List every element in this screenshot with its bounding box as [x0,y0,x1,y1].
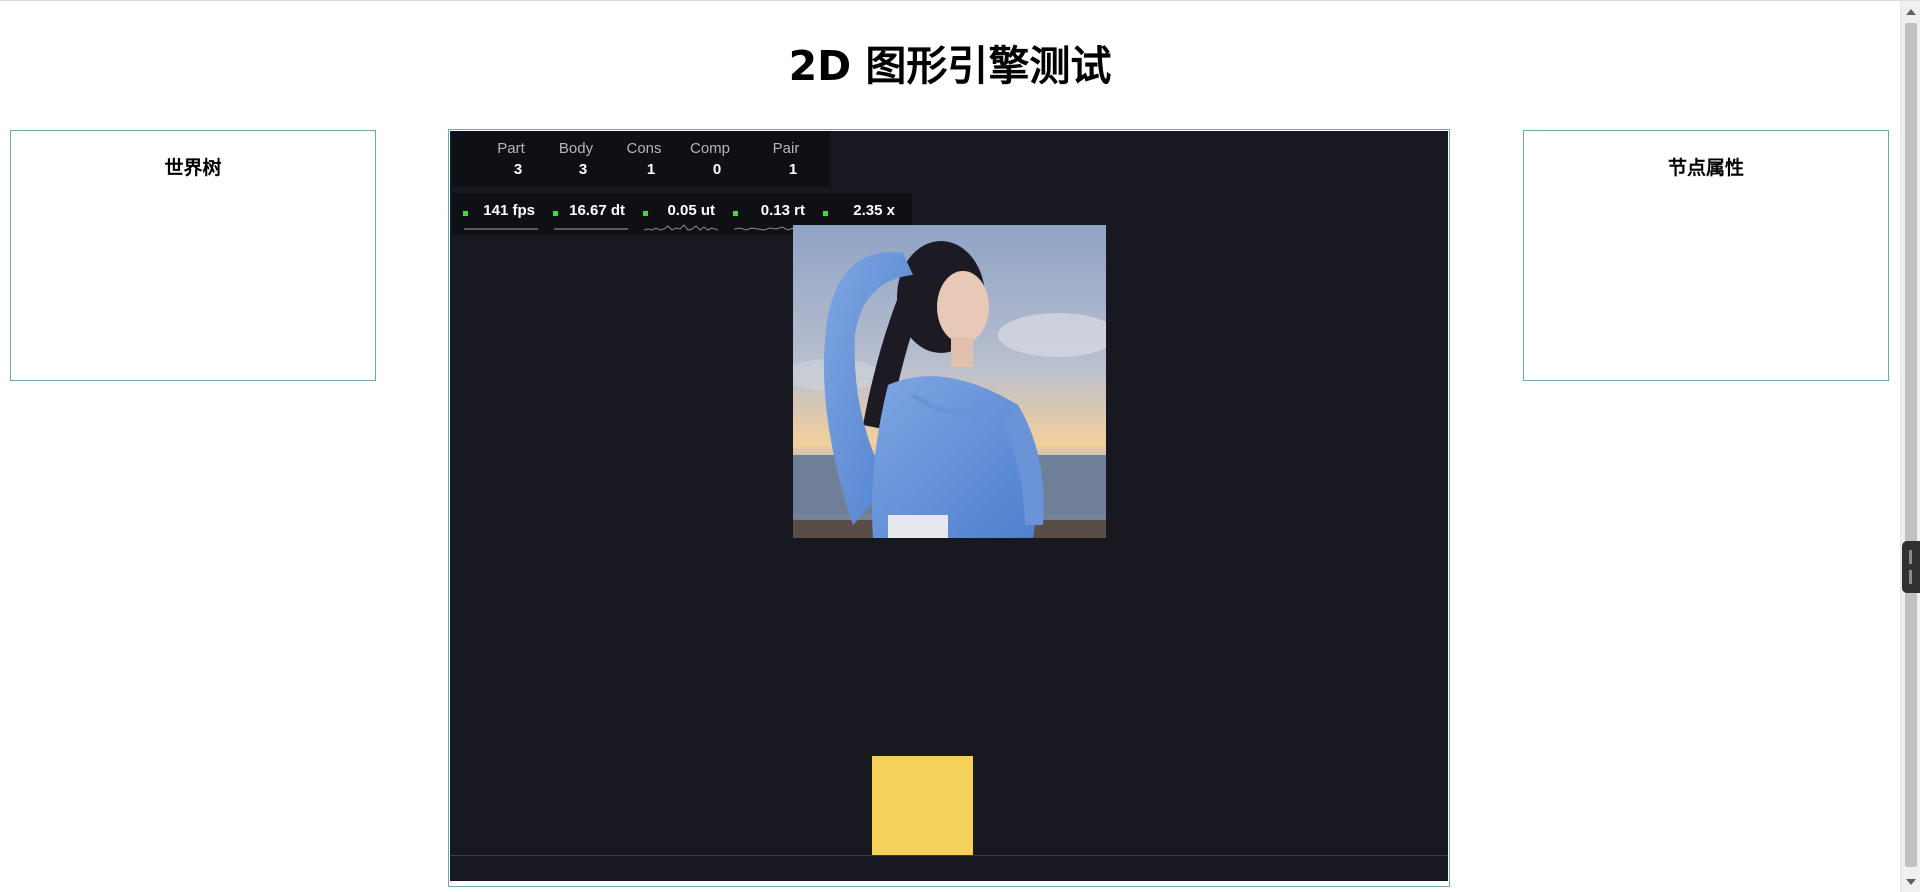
engine-canvas[interactable]: Part 3 Body 3 Cons 1 Comp 0 Pair 1 141 f… [450,131,1448,881]
node-properties-panel[interactable]: 节点属性 [1523,130,1889,381]
vertical-scrollbar[interactable] [1900,1,1920,892]
perf-fps: 141 fps [452,193,540,235]
node-properties-title: 节点属性 [1667,157,1744,179]
ground-line [450,855,1448,856]
status-dot [733,211,738,216]
stat-part: Part 3 [480,138,542,180]
physics-box[interactable] [872,756,973,856]
perf-value: 0.13 rt [760,202,805,219]
stat-body: Body 3 [545,138,607,180]
stat-cons: Cons 1 [613,138,675,180]
image-sprite[interactable] [793,225,1106,538]
perf-value: 2.35 x [853,202,895,219]
page: 2D 图形引擎测试 世界树 节点属性 Part 3 Body 3 Cons 1 [0,0,1920,892]
scroll-down-icon[interactable] [1906,879,1916,885]
stat-label: Part [497,140,525,157]
side-panel-toggle[interactable] [1902,541,1920,593]
stat-value: 3 [513,161,523,178]
status-dot [823,211,828,216]
stat-value: 0 [712,161,722,178]
perf-dt: 16.67 dt [542,193,630,235]
page-title: 2D 图形引擎测试 [788,42,1112,90]
stat-value: 1 [788,161,798,178]
status-dot [463,211,468,216]
world-tree-panel[interactable]: 世界树 [10,130,376,381]
stat-label: Body [558,140,594,157]
scroll-up-icon[interactable] [1906,9,1916,15]
stat-pair: Pair 1 [755,138,817,180]
stat-label: Comp [689,140,730,157]
perf-ut: 0.05 ut [632,193,720,235]
perf-value: 0.05 ut [667,202,715,219]
photo-illustration [793,225,1106,538]
world-tree-title: 世界树 [164,157,222,179]
perf-value: 16.67 dt [569,202,625,219]
perf-graph [554,228,628,230]
perf-graph [644,224,718,231]
scroll-thumb[interactable] [1905,23,1917,867]
render-viewport[interactable]: Part 3 Body 3 Cons 1 Comp 0 Pair 1 141 f… [448,129,1450,887]
status-dot [643,211,648,216]
stat-label: Pair [772,140,800,157]
perf-value: 141 fps [483,202,535,219]
perf-graph [464,228,538,230]
status-dot [553,211,558,216]
stat-comp: Comp 0 [679,138,741,180]
handle-icon [1909,550,1912,564]
stat-value: 3 [578,161,588,178]
physics-stats-panel: Part 3 Body 3 Cons 1 Comp 0 Pair 1 [452,131,830,187]
handle-icon [1909,570,1912,584]
stat-value: 1 [646,161,656,178]
stat-label: Cons [626,140,662,157]
